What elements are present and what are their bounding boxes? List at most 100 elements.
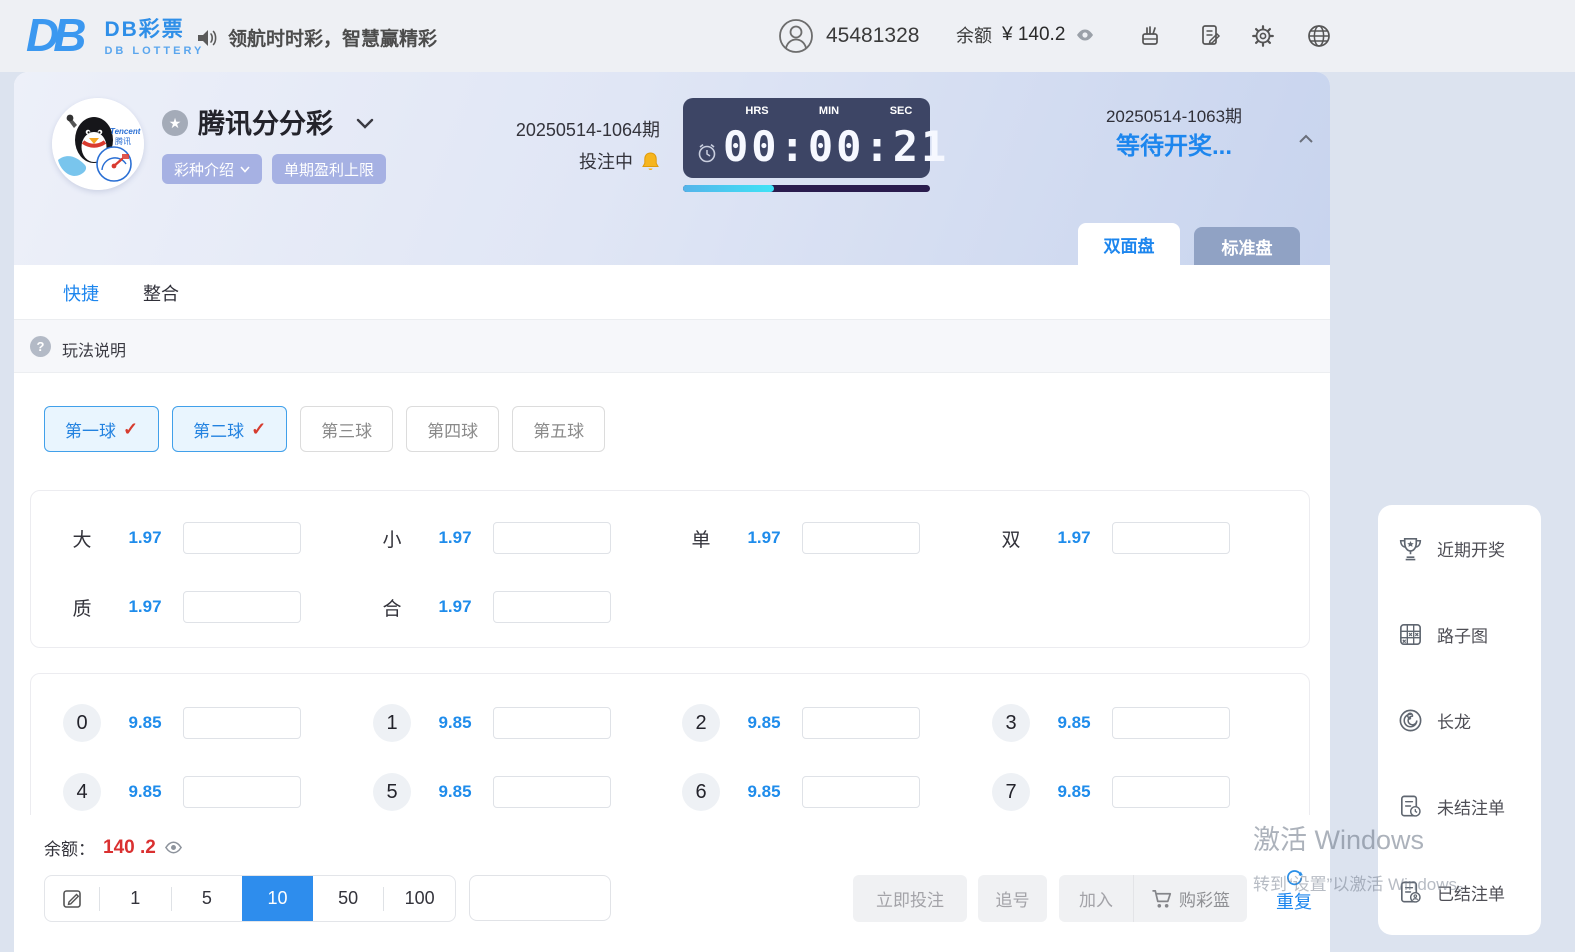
basket-button[interactable]: 购彩篮 [1134, 886, 1247, 911]
timer-min-label: MIN [807, 105, 851, 117]
mode-tab-quick[interactable]: 快捷 [63, 280, 99, 306]
bet-cell-odd: 单 1.97 [670, 518, 920, 558]
bet-amount-input[interactable] [183, 776, 301, 808]
bet-amount-input[interactable] [183, 522, 301, 554]
favorite-star-icon[interactable]: ★ [162, 110, 188, 136]
eye-icon[interactable] [1075, 25, 1095, 45]
repeat-label: 重复 [1276, 888, 1312, 914]
quick-amount-bar: 1 5 10 50 100 [44, 875, 456, 922]
ball-tab-1[interactable]: 第一球 ✓ [44, 406, 159, 452]
timer-digits: 00:00:21 [723, 122, 949, 171]
bet-cell-num-1: 1 9.85 [361, 703, 611, 743]
ball-tab-3[interactable]: 第三球 [300, 406, 393, 452]
ball-tab-4[interactable]: 第四球 [406, 406, 499, 452]
profit-limit-button[interactable]: 单期盈利上限 [272, 154, 386, 184]
footer-balance-label: 余额： [44, 835, 95, 860]
globe-language-icon[interactable] [1305, 22, 1333, 50]
ball-tab-5[interactable]: 第五球 [512, 406, 605, 452]
edit-amount-icon[interactable] [45, 887, 99, 910]
bet-cell-even: 双 1.97 [980, 518, 1230, 558]
countdown-progress-fill [683, 185, 774, 192]
site-logo[interactable]: DB DB彩票 DB LOTTERY [26, 8, 204, 62]
amount-option-50[interactable]: 50 [313, 875, 384, 922]
sidebar-item-label: 近期开奖 [1437, 536, 1505, 561]
mode-tab-combined[interactable]: 整合 [143, 280, 179, 306]
bet-now-button[interactable]: 立即投注 [853, 875, 967, 922]
bet-odds: 9.85 [423, 713, 487, 733]
bet-amount-input[interactable] [1112, 776, 1230, 808]
amount-option-5[interactable]: 5 [172, 875, 243, 922]
user-avatar-icon [778, 18, 814, 54]
check-icon: ✓ [123, 419, 138, 440]
timer-sec-label: SEC [879, 105, 923, 117]
previous-period-status: 等待开奖... [1054, 126, 1294, 161]
number-ball: 7 [992, 773, 1030, 811]
collapse-banner-icon[interactable] [1298, 134, 1314, 144]
bet-label: 单 [670, 525, 732, 552]
sidebar-item-road-map[interactable]: 路子图 [1378, 591, 1541, 677]
game-banner: Tencent 腾讯 ★ 腾讯分分彩 彩种介绍 单期盈利上限 20250514-… [14, 72, 1330, 265]
dragon-icon [1397, 707, 1424, 734]
pending-orders-icon [1397, 793, 1424, 820]
question-glyph: ? [37, 339, 45, 354]
rules-link[interactable]: 玩法说明 [62, 337, 126, 361]
bet-amount-input[interactable] [802, 776, 920, 808]
bet-odds: 1.97 [732, 528, 796, 548]
sidebar-item-label: 未结注单 [1437, 794, 1505, 819]
chase-number-button[interactable]: 追号 [978, 875, 1047, 922]
repeat-button[interactable]: 重复 [1264, 867, 1324, 914]
bet-amount-input[interactable] [802, 522, 920, 554]
bet-amount-input[interactable] [1112, 707, 1230, 739]
current-period: 20250514-1064期 [434, 116, 660, 142]
bet-amount-input[interactable] [493, 591, 611, 623]
settings-gear-icon[interactable] [1249, 22, 1277, 50]
logo-text: DB彩票 DB LOTTERY [104, 13, 204, 57]
sidebar-item-settled-orders[interactable]: 已结注单 [1378, 849, 1541, 935]
amount-option-100[interactable]: 100 [384, 875, 455, 922]
sidebar-item-open-orders[interactable]: 未结注单 [1378, 763, 1541, 849]
amount-option-1[interactable]: 1 [100, 875, 171, 922]
balance-label: 余额 [956, 22, 992, 48]
custom-amount-input[interactable] [469, 875, 611, 921]
bet-label: 质 [51, 594, 113, 621]
bet-odds: 9.85 [732, 713, 796, 733]
amount-option-10[interactable]: 10 [242, 875, 313, 922]
balance-value: ¥ 140.2 [1002, 24, 1065, 46]
board-tab-label: 标准盘 [1222, 234, 1273, 259]
cart-icon [1151, 889, 1172, 909]
bet-amount-input[interactable] [493, 522, 611, 554]
bet-odds: 9.85 [1042, 713, 1106, 733]
bet-amount-input[interactable] [493, 776, 611, 808]
bet-amount-input[interactable] [1112, 522, 1230, 554]
bet-odds: 9.85 [113, 713, 177, 733]
main-panel: Tencent 腾讯 ★ 腾讯分分彩 彩种介绍 单期盈利上限 20250514-… [14, 72, 1330, 952]
game-title: 腾讯分分彩 [198, 102, 333, 141]
bet-amount-input[interactable] [802, 707, 920, 739]
sidebar-item-long-dragon[interactable]: 长龙 [1378, 677, 1541, 763]
footer-balance-value: 140 .2 [103, 837, 156, 859]
countdown-progressbar [683, 185, 930, 192]
sidebar-item-recent-draws[interactable]: 近期开奖 [1378, 505, 1541, 591]
board-tab-double[interactable]: 双面盘 [1078, 223, 1180, 265]
bet-cell-num-5: 5 9.85 [361, 772, 611, 812]
announcement-bar: 领航时时彩，智慧赢精彩 [195, 24, 437, 51]
eye-icon[interactable] [164, 838, 183, 857]
bet-odds: 1.97 [423, 597, 487, 617]
ball-tab-2[interactable]: 第二球 ✓ [172, 406, 287, 452]
user-account[interactable]: 45481328 [778, 18, 919, 54]
records-edit-icon[interactable] [1197, 22, 1225, 50]
add-button[interactable]: 加入 [1059, 886, 1133, 911]
logo-name-en: DB LOTTERY [104, 45, 204, 57]
bet-amount-input[interactable] [183, 591, 301, 623]
bet-amount-input[interactable] [493, 707, 611, 739]
game-select-caret-icon[interactable] [356, 118, 374, 129]
board-tab-standard[interactable]: 标准盘 [1194, 227, 1300, 265]
speaker-icon [195, 26, 219, 50]
lottery-intro-button[interactable]: 彩种介绍 [162, 154, 262, 184]
bet-amount-input[interactable] [183, 707, 301, 739]
pen-holder-icon[interactable] [1136, 22, 1164, 50]
bet-odds: 1.97 [1042, 528, 1106, 548]
ball-label: 第二球 [193, 417, 244, 442]
user-id: 45481328 [826, 24, 919, 48]
add-basket-combo: 加入 购彩篮 [1059, 875, 1247, 922]
